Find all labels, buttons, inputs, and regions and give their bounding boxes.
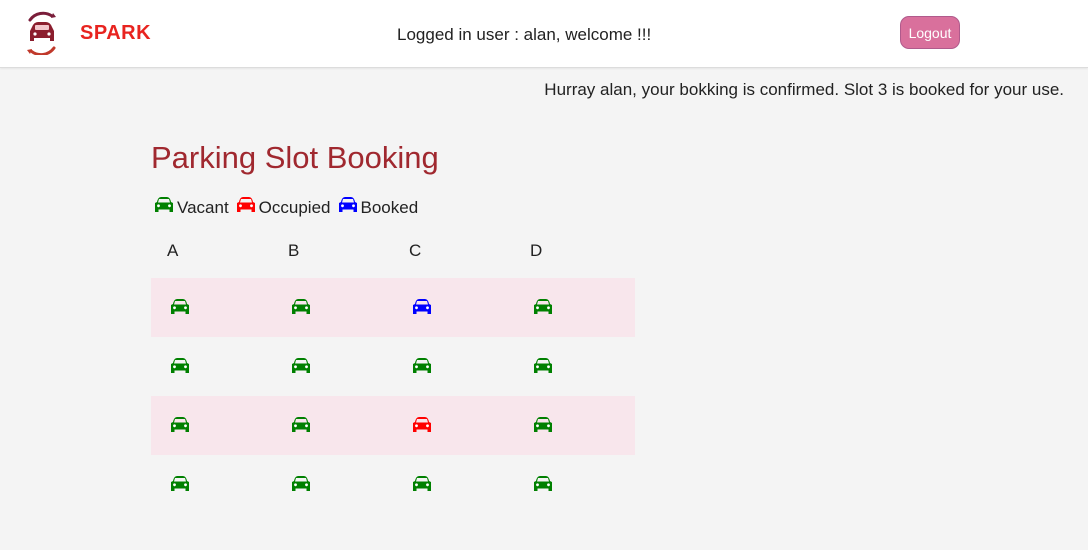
parking-slot-vacant[interactable] xyxy=(411,474,433,494)
column-header-d: D xyxy=(530,241,543,260)
car-icon xyxy=(338,197,357,212)
car-icon xyxy=(534,358,552,373)
car-icon xyxy=(413,476,431,491)
parking-slot-vacant[interactable] xyxy=(290,415,312,435)
parking-slot-grid xyxy=(151,278,635,514)
car-icon xyxy=(534,476,552,491)
parking-slot-vacant[interactable] xyxy=(532,415,554,435)
slot-row xyxy=(151,278,635,337)
column-header-c: C xyxy=(409,241,422,260)
parking-slot-vacant[interactable] xyxy=(169,415,191,435)
parking-slot-vacant[interactable] xyxy=(169,356,191,376)
car-icon xyxy=(534,417,552,432)
slot-row xyxy=(151,455,635,514)
parking-slot-vacant[interactable] xyxy=(169,474,191,494)
brand-name[interactable]: SPARK xyxy=(80,22,151,45)
car-icon xyxy=(236,197,255,212)
car-icon xyxy=(155,197,173,212)
parking-slot-vacant[interactable] xyxy=(290,356,312,376)
car-icon xyxy=(413,299,431,314)
car-icon xyxy=(292,358,310,373)
welcome-message: Logged in user : alan, welcome !!! xyxy=(397,25,652,44)
slot-row xyxy=(151,337,635,396)
parking-slot-vacant[interactable] xyxy=(411,356,433,376)
car-icon xyxy=(171,417,189,432)
legend-label: Vacant xyxy=(177,198,229,217)
legend-occupied: Occupied xyxy=(235,197,331,218)
car-icon xyxy=(292,299,310,314)
booking-confirmation: Hurray alan, your bokking is confirmed. … xyxy=(544,80,1064,99)
logout-button[interactable]: Logout xyxy=(900,16,960,49)
logo-icon[interactable] xyxy=(22,11,62,57)
parking-slot-booked[interactable] xyxy=(411,297,433,317)
car-icon xyxy=(413,358,431,373)
car-icon xyxy=(292,417,310,432)
legend: Vacant Occupied Booked xyxy=(153,197,424,218)
car-icon xyxy=(292,476,310,491)
parking-slot-vacant[interactable] xyxy=(290,297,312,317)
parking-slot-vacant[interactable] xyxy=(290,474,312,494)
legend-vacant: Vacant xyxy=(153,197,229,218)
slot-row xyxy=(151,396,635,455)
car-icon xyxy=(171,299,189,314)
car-icon xyxy=(534,299,552,314)
page-title: Parking Slot Booking xyxy=(151,140,439,175)
car-icon xyxy=(413,417,431,432)
legend-label: Booked xyxy=(360,198,419,217)
parking-slot-vacant[interactable] xyxy=(532,297,554,317)
legend-label: Occupied xyxy=(258,198,331,217)
navbar: SPARK Logged in user : alan, welcome !!!… xyxy=(0,0,1088,68)
column-header-a: A xyxy=(167,241,179,260)
parking-slot-vacant[interactable] xyxy=(532,356,554,376)
column-header-b: B xyxy=(288,241,300,260)
parking-slot-vacant[interactable] xyxy=(169,297,191,317)
legend-booked: Booked xyxy=(337,197,419,218)
car-icon xyxy=(171,476,189,491)
car-icon xyxy=(171,358,189,373)
parking-slot-occupied[interactable] xyxy=(411,415,433,435)
parking-slot-vacant[interactable] xyxy=(532,474,554,494)
